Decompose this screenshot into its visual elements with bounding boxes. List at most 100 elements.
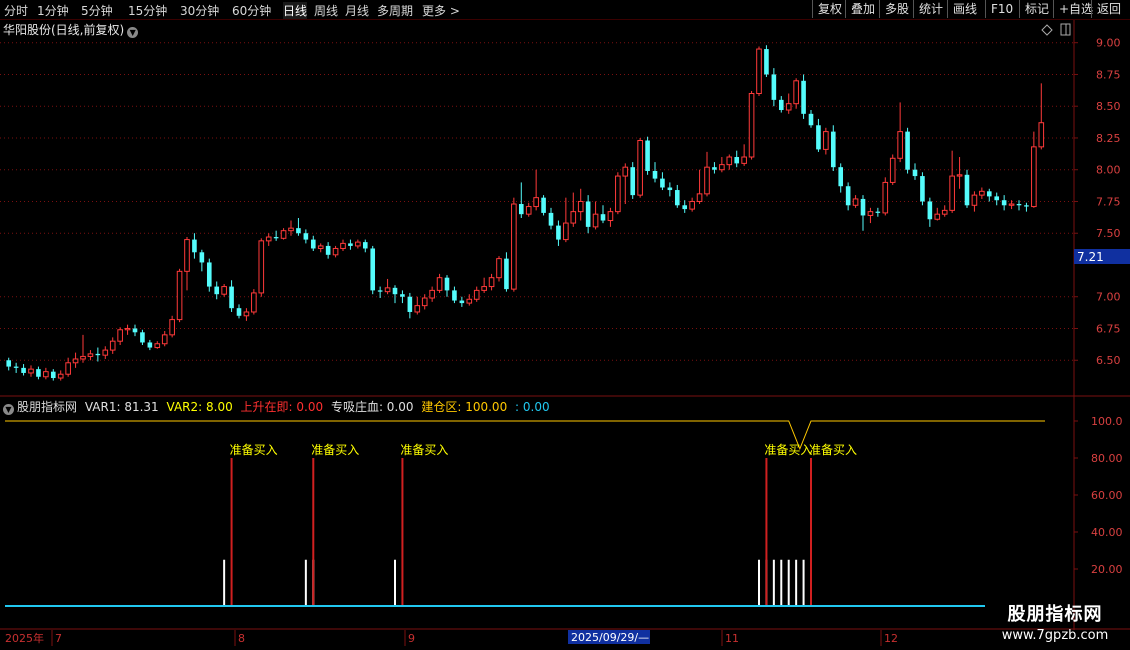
candle-body-up <box>719 164 725 171</box>
indicator-series: 准备买入 准备买入 准备买入 准备买入准备买入 <box>5 420 1045 607</box>
candle-body-up <box>592 213 599 228</box>
candle-body-down <box>518 204 524 215</box>
buy-signal-label: 准备买入 <box>809 443 857 457</box>
candle-body-up <box>949 175 955 211</box>
buy-signal-label: 准备买入 <box>400 443 448 457</box>
candle-body-down <box>964 174 970 206</box>
price-tick-label: 7.00 <box>1096 291 1121 304</box>
candle-body-up <box>496 258 502 279</box>
candle-body-up <box>956 174 963 177</box>
candle-body-up <box>1008 203 1015 206</box>
candle-body-down <box>36 369 41 377</box>
candle-body-down <box>21 367 26 373</box>
indicator-rise: 上升在即: 0.00 <box>240 400 324 414</box>
candle-body-up <box>57 373 64 379</box>
candle-body-down <box>808 113 814 126</box>
candle-body-up <box>258 240 265 294</box>
candle-body-up <box>637 140 643 196</box>
indicator-var1: VAR1: 81.31 <box>84 400 159 414</box>
candle-body-down <box>95 353 101 356</box>
price-tick-label: 7.50 <box>1096 227 1121 240</box>
candle-body-down <box>206 262 212 287</box>
candle-body-down <box>13 366 19 368</box>
candle-body-down <box>830 131 836 168</box>
price-tick-label: 8.25 <box>1096 132 1121 145</box>
candle-body-down <box>214 286 220 295</box>
candle-body-down <box>370 248 376 291</box>
candle-body-up <box>161 334 168 345</box>
candle-body-down <box>140 332 145 343</box>
brand-name: 股朋指标网 <box>1007 604 1103 625</box>
month-label: 9 <box>408 632 415 645</box>
candle-body-down <box>504 258 509 290</box>
month-label: 11 <box>725 632 739 645</box>
candle-body-down <box>459 300 465 304</box>
candle-body-down <box>377 290 383 292</box>
candle-body-up <box>80 355 86 360</box>
candle-body-up <box>622 166 629 177</box>
candle-body-up <box>65 362 71 375</box>
candle-body-up <box>823 131 829 150</box>
candle-body-up <box>109 340 116 351</box>
candle-body-up <box>689 200 695 210</box>
candle-body-down <box>132 328 138 333</box>
candle-body-down <box>920 176 925 202</box>
chart-window: { "toolbar": { "periods": ["分时", "1分钟", … <box>0 0 1130 650</box>
price-tick-label: 8.50 <box>1096 100 1121 113</box>
price-tick-label: 8.75 <box>1096 68 1121 81</box>
indicator-tick-label: 80.00 <box>1091 452 1123 465</box>
candle-body-down <box>875 211 881 213</box>
candle-body-down <box>816 125 821 150</box>
candle-body-up <box>280 230 287 239</box>
candle-body-up <box>154 343 161 349</box>
candle-body-up <box>473 289 480 300</box>
indicator-tick-label: 100.0 <box>1091 415 1123 428</box>
price-tick-label: 6.75 <box>1096 322 1121 335</box>
brand-watermark: 股朋指标网 www.7gpzb.com <box>985 600 1125 643</box>
candle-body-down <box>771 74 777 100</box>
candle-body-down <box>444 277 450 291</box>
month-label: 8 <box>238 632 245 645</box>
candle-body-up <box>563 222 569 241</box>
candle-body-up <box>882 181 889 214</box>
year-label: 2025年 <box>5 631 44 645</box>
candle-body-up <box>384 287 391 293</box>
candle-body-down <box>667 187 673 191</box>
candle-body-down <box>452 290 457 301</box>
candle-body-up <box>525 206 532 215</box>
diamond-icon[interactable] <box>1041 24 1053 36</box>
candle-body-down <box>838 167 844 187</box>
candle-body-down <box>801 80 806 114</box>
candle-body-up <box>288 227 294 232</box>
buy-signal-label: 准备买入 <box>764 443 812 457</box>
price-tick-label: 6.50 <box>1096 354 1121 367</box>
candle-body-down <box>310 239 316 249</box>
candle-body-up <box>221 286 227 295</box>
candle-body-down <box>192 239 197 253</box>
candle-body-up <box>615 175 621 213</box>
candle-body-down <box>407 296 413 312</box>
chevron-down-icon[interactable]: ▼ <box>3 404 14 415</box>
candle-body-down <box>764 49 769 75</box>
candle-body-up <box>43 371 49 378</box>
candle-body-up <box>741 156 747 164</box>
axes: 9.00 8.75 8.50 8.25 8.00 7.75 7.50 7.00 6.75 6.50… <box>51 37 1123 646</box>
candle-body-up <box>941 209 948 215</box>
candle-body-down <box>541 197 546 213</box>
candle-body-down <box>712 167 717 170</box>
candle-body-up <box>793 80 799 105</box>
candle-body-up <box>251 292 257 313</box>
candle-body-down <box>600 214 606 221</box>
candle-body-up <box>979 190 985 196</box>
buy-signal-label: 准备买入 <box>230 443 278 457</box>
candle-body-down <box>548 212 554 226</box>
candle-body-up <box>332 247 339 256</box>
candle-body-down <box>556 225 561 240</box>
candle-body-up <box>577 200 584 213</box>
candle-body-up <box>533 197 539 208</box>
price-tick-label: 7.75 <box>1096 195 1121 208</box>
candle-body-up <box>243 311 250 317</box>
brand-url: www.7gpzb.com <box>1001 628 1109 643</box>
candle-body-down <box>50 371 56 379</box>
candle-body-up <box>934 213 941 220</box>
